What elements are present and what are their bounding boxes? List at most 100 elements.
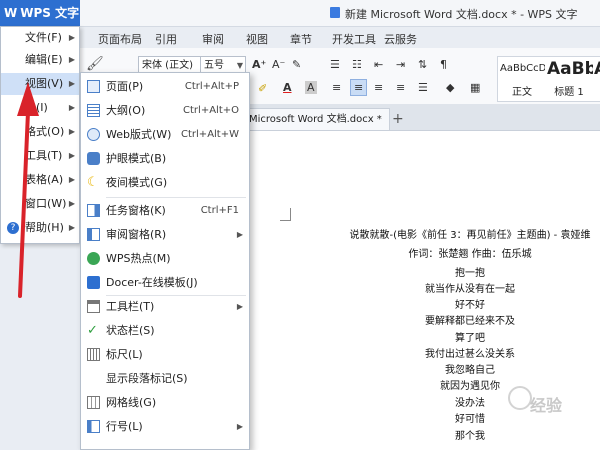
submenu-item-label: 大纲(O) [106,104,146,117]
style-name: 正文 [512,87,532,98]
tab-view[interactable]: 视图 [246,31,268,47]
sort-icon[interactable]: ⇅ [418,58,427,71]
paragraph-mark-icon[interactable]: ¶ [440,58,447,71]
lyric-line: 算了吧 [455,333,485,344]
submenu-item-label: 标尺(L) [106,348,143,361]
align-right-icon[interactable]: ≡ [374,81,383,94]
menu-item-edit[interactable]: 编辑(E) ▶ [1,49,79,71]
style-normal[interactable]: AaBbCcDd 正文 [497,56,553,102]
menu-item-label: 表格(A) [25,173,64,186]
chevron-right-icon: ▶ [68,79,75,88]
lyric-line: 作词：张楚翘 作曲：伍乐城 [408,249,532,260]
lyric-line: 要解释都已经来不及 [425,316,515,327]
submenu-item-label: 行号(L) [106,420,143,433]
font-size-select[interactable]: 五号 ▼ [200,56,246,73]
char-shading-icon[interactable]: A [305,81,317,94]
chevron-right-icon: ▶ [68,55,75,64]
submenu-item-outline[interactable]: 大纲(O) Ctrl+Alt+O [81,99,249,123]
submenu-item-label: Docer-在线模板(J) [106,276,198,289]
justify-icon[interactable]: ≡ [396,81,405,94]
tab-page-layout[interactable]: 页面布局 [98,31,142,47]
page-view-icon [87,80,100,93]
document-tab[interactable]: Microsoft Word 文档.docx * [240,108,390,130]
chevron-right-icon: ▶ [68,103,75,112]
indent-icon[interactable]: ⇥ [396,58,405,71]
submenu-item-label: 护眼模式(B) [106,152,167,165]
grow-font-icon[interactable]: A⁺ [252,58,266,71]
font-color-icon[interactable]: A [283,81,292,94]
style-preview: Aa [594,59,600,79]
submenu-item-docer-templates[interactable]: Docer-在线模板(J) [81,271,249,295]
submenu-item-eye-protection[interactable]: 护眼模式(B) [81,147,249,171]
margin-corner-mark [280,208,291,221]
wps-menu-label: WPS 文字 [20,6,80,20]
new-tab-button[interactable]: + [392,111,404,127]
font-name-value: 宋体 (正文) [142,60,193,71]
submenu-item-web-layout[interactable]: Web版式(W) Ctrl+Alt+W [81,123,249,147]
submenu-item-label: 显示段落标记(S) [106,372,188,385]
chevron-right-icon: ▶ [236,302,243,311]
style-heading-1[interactable]: AaBb 标题 1 [545,56,597,102]
submenu-item-page[interactable]: 页面(P) Ctrl+Alt+P [81,75,249,99]
submenu-item-toolbar[interactable]: 工具栏(T) ▶ [81,295,249,319]
submenu-item-gridlines[interactable]: 网格线(G) [81,391,249,415]
style-heading-2[interactable]: Aa [593,56,600,102]
chevron-right-icon: ▶ [236,422,243,431]
shortcut-label: Ctrl+F1 [200,205,239,216]
shrink-font-icon[interactable]: A⁻ [272,58,285,71]
submenu-item-paragraph-marks[interactable]: 显示段落标记(S) [81,367,249,391]
checkmark-icon: ✓ [87,323,98,338]
shading-icon[interactable]: ◆ [446,81,454,94]
tab-references[interactable]: 引用 [155,31,177,47]
border-icon[interactable]: ▦ [470,81,480,94]
clear-format-icon[interactable]: ✎ [292,58,301,71]
submenu-item-ruler[interactable]: 标尺(L) [81,343,249,367]
menu-item-insert[interactable]: 入(I) ▶ [1,97,79,119]
submenu-item-wps-hotspot[interactable]: WPS热点(M) [81,247,249,271]
submenu-item-line-numbers[interactable]: 行号(L) ▶ [81,415,249,439]
submenu-item-review-pane[interactable]: 审阅窗格(R) ▶ [81,223,249,247]
submenu-item-status-bar[interactable]: ✓ 状态栏(S) [81,319,249,343]
submenu-item-label: 审阅窗格(R) [106,228,167,241]
submenu-item-task-pane[interactable]: 任务窗格(K) Ctrl+F1 [81,199,249,223]
align-left-icon[interactable]: ≡ [332,81,341,94]
menu-item-label: 帮助(H) [25,221,64,234]
chevron-right-icon: ▶ [236,230,243,239]
menu-item-label: 窗口(W) [25,197,67,210]
outdent-icon[interactable]: ⇤ [374,58,383,71]
menu-item-help[interactable]: ? 帮助(H) ▶ [1,217,79,239]
align-center-icon[interactable]: ≡ [350,79,368,96]
tab-cloud[interactable]: 云服务 [384,31,417,47]
menu-item-label: 工具(T) [25,149,63,162]
bullet-list-icon[interactable]: ☰ [330,58,340,71]
window-title: 新建 Microsoft Word 文档.docx * - WPS 文字 [345,8,578,21]
view-submenu: 页面(P) Ctrl+Alt+P 大纲(O) Ctrl+Alt+O Web版式(W)… [80,72,250,450]
gridlines-icon [87,396,100,409]
menu-item-format[interactable]: 格式(O) ▶ [1,121,79,143]
menu-item-window[interactable]: 窗口(W) ▶ [1,193,79,215]
numbered-list-icon[interactable]: ☷ [352,58,362,71]
document-icon [330,7,340,18]
chevron-right-icon: ▶ [68,199,75,208]
menu-item-file[interactable]: 文件(F) ▶ [1,27,79,49]
shortcut-label: Ctrl+Alt+W [181,129,239,140]
distribute-icon[interactable]: ☰ [418,81,428,94]
wps-menu-button[interactable]: WWPS 文字▼ [0,0,80,46]
style-preview: AaBb [547,59,597,79]
font-size-value: 五号 [204,60,224,71]
menu-item-table[interactable]: 表格(A) ▶ [1,169,79,191]
menu-item-tools[interactable]: 工具(T) ▶ [1,145,79,167]
submenu-item-label: Web版式(W) [106,128,172,141]
highlight-icon[interactable]: ✐ [258,82,267,95]
tab-review[interactable]: 审阅 [202,31,224,47]
tab-developer[interactable]: 开发工具 [332,31,376,47]
tab-section[interactable]: 章节 [290,31,312,47]
submenu-item-night-mode[interactable]: ☾ 夜间模式(G) [81,171,249,195]
lyric-line: 抱一抱 [455,268,485,279]
line-numbers-icon [87,420,100,433]
watermark-text: 经验 [530,396,563,415]
format-painter-icon[interactable]: 🖌 [86,56,104,72]
lyric-line: 就因为遇见你 [440,381,500,392]
wps-logo-icon: W [4,6,18,20]
menu-item-view[interactable]: 视图(V) ▶ [1,73,79,95]
